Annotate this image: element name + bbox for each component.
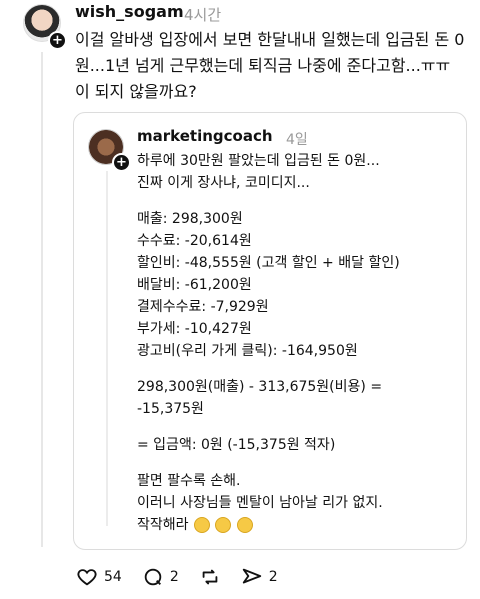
quoted-line: 수수료: -20,614원 bbox=[137, 233, 252, 249]
post-time: 4시간 bbox=[184, 6, 222, 24]
quoted-line: 진짜 이게 장사냐, 코미디지... bbox=[137, 175, 310, 191]
quoted-line: 배달비: -61,200원 bbox=[137, 277, 252, 293]
comment-button[interactable]: 2 bbox=[142, 566, 179, 588]
thread-line bbox=[41, 52, 43, 547]
quoted-line: 팔면 팔수록 손해. bbox=[137, 473, 241, 489]
quoted-username[interactable]: marketingcoach bbox=[137, 127, 273, 145]
quoted-line: 광고비(우리 가게 클릭): -164,950원 bbox=[137, 343, 358, 359]
share-count: 2 bbox=[268, 569, 278, 585]
heart-icon bbox=[77, 569, 97, 586]
like-count: 54 bbox=[104, 569, 122, 585]
share-button[interactable]: 2 bbox=[241, 566, 278, 588]
quoted-follow-plus-icon[interactable]: + bbox=[112, 153, 131, 172]
smiling-emoji-icon bbox=[236, 517, 253, 533]
repost-icon bbox=[202, 569, 218, 585]
repost-button[interactable] bbox=[199, 566, 221, 588]
quoted-body: 하루에 30만원 팔았는데 입금된 돈 0원... 진짜 이게 장사냐, 코미디… bbox=[137, 150, 457, 536]
follow-plus-icon[interactable]: + bbox=[48, 31, 67, 50]
quoted-line: 작작해라 bbox=[137, 517, 189, 533]
smiling-emoji-icon bbox=[215, 517, 232, 533]
quoted-line: 부가세: -10,427원 bbox=[137, 321, 252, 337]
action-bar: 54 2 2 bbox=[76, 565, 298, 589]
quoted-post[interactable]: + marketingcoach 4일 하루에 30만원 팔았는데 입금된 돈 … bbox=[73, 112, 467, 550]
quoted-line: = 입금액: 0원 (-15,375원 적자) bbox=[137, 437, 336, 453]
quoted-last-line: 작작해라 bbox=[137, 514, 457, 536]
quoted-line: 하루에 30만원 팔았는데 입금된 돈 0원... bbox=[137, 153, 380, 169]
share-icon bbox=[242, 568, 261, 584]
quoted-time: 4일 bbox=[286, 132, 308, 148]
quoted-line: 매출: 298,300원 bbox=[137, 211, 243, 227]
quoted-line: -15,375원 bbox=[137, 401, 204, 417]
comment-count: 2 bbox=[169, 569, 179, 585]
thread-post: + wish_sogam 4시간 이걸 알바생 입장에서 보면 한달내내 일했는… bbox=[0, 0, 480, 599]
quoted-thread-line bbox=[106, 171, 108, 526]
username[interactable]: wish_sogam bbox=[75, 2, 184, 21]
quoted-line: 298,300원(매출) - 313,675원(비용) = bbox=[137, 379, 383, 395]
like-button[interactable]: 54 bbox=[76, 566, 122, 588]
quoted-line: 할인비: -48,555원 (고객 할인 + 배달 할인) bbox=[137, 255, 400, 271]
quoted-line: 결제수수료: -7,929원 bbox=[137, 299, 269, 315]
comment-icon bbox=[144, 568, 162, 586]
post-text: 이걸 알바생 입장에서 보면 한달내내 일했는데 입금된 돈 0원...1년 넘… bbox=[75, 30, 465, 101]
quoted-line: 이러니 사장님들 멘탈이 남아날 리가 없지. bbox=[137, 495, 383, 511]
smiling-emoji-icon bbox=[193, 517, 210, 533]
